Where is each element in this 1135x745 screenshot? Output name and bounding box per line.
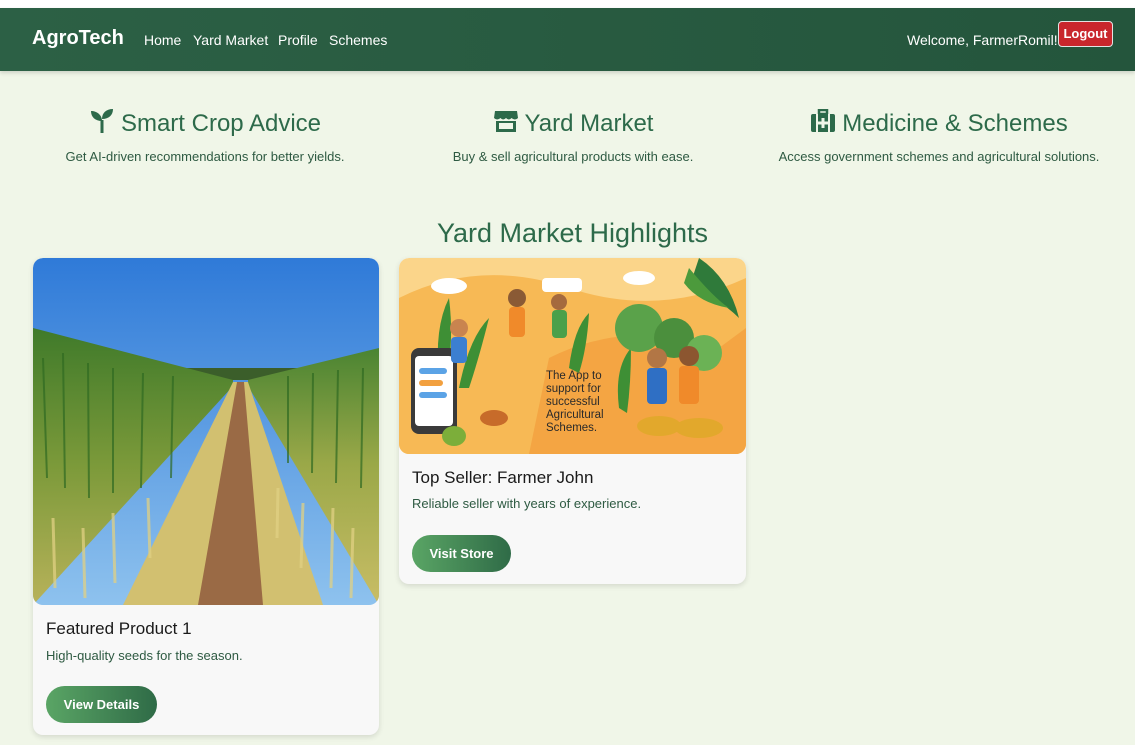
wheat-field-image [33,258,379,605]
nav-link-schemes[interactable]: Schemes [329,32,387,48]
svg-text:Agricultural: Agricultural [546,409,604,421]
feature-yard-market: Yard Market Buy & sell agricultural prod… [408,108,738,164]
feature-title: Smart Crop Advice [120,110,322,137]
svg-text:The App to: The App to [546,370,602,382]
svg-text:support for: support for [546,383,601,395]
section-title: Yard Market Highlights [436,218,709,248]
feature-description: Buy & sell agricultural products with ea… [452,149,694,164]
card-title: Top Seller: Farmer John [412,468,594,487]
medical-kit-icon [810,108,836,140]
brand-logo[interactable]: AgroTech [32,27,124,50]
browser-top-strip [0,0,1135,8]
svg-text:Schemes.: Schemes. [546,422,597,434]
seedling-icon [89,108,115,141]
feature-smart-crop-advice: Smart Crop Advice Get AI-driven recommen… [40,108,370,164]
nav-link-profile[interactable]: Profile [278,32,318,48]
card-description: Reliable seller with years of experience… [412,496,642,511]
card-description: High-quality seeds for the season. [46,648,243,663]
navbar: AgroTech Home Yard Market Profile Scheme… [0,8,1135,71]
feature-medicine-schemes: Medicine & Schemes Access government sch… [764,108,1114,164]
nav-link-home[interactable]: Home [144,32,181,48]
svg-text:successful: successful [546,396,600,408]
agri-app-illustration: The App to support for successful Agricu… [399,258,746,454]
logout-button[interactable]: Logout [1058,21,1113,47]
feature-description: Access government schemes and agricultur… [778,149,1100,164]
welcome-message: Welcome, FarmerRomil! [907,32,1058,48]
store-icon [493,109,519,140]
product-card: Featured Product 1 High-quality seeds fo… [33,258,379,735]
feature-title: Medicine & Schemes [842,110,1068,137]
nav-link-yard-market[interactable]: Yard Market [193,32,268,48]
view-details-button[interactable]: View Details [46,686,157,723]
feature-description: Get AI-driven recommendations for better… [65,149,345,164]
card-title: Featured Product 1 [46,619,192,638]
feature-title: Yard Market [524,110,654,137]
seller-card: The App to support for successful Agricu… [399,258,746,584]
visit-store-button[interactable]: Visit Store [412,535,511,572]
